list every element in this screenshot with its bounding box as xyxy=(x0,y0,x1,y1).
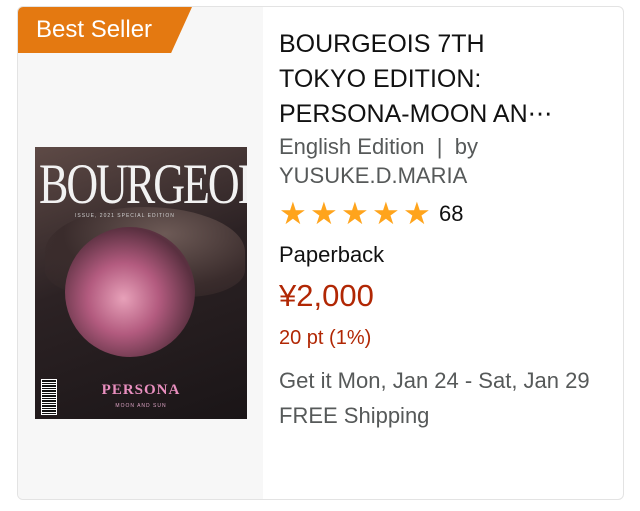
rating-row[interactable]: ★ ★ ★ ★ ★ 68 xyxy=(279,196,609,231)
title-line: TOKYO EDITION: xyxy=(279,65,482,93)
star-icon: ★ xyxy=(341,196,369,231)
product-info: BOURGEOIS 7TH TOKYO EDITION: PERSONA-MOO… xyxy=(279,27,609,429)
rating-count[interactable]: 68 xyxy=(439,201,463,227)
edition-label: English Edition xyxy=(279,134,425,159)
star-icon: ★ xyxy=(310,196,338,231)
product-image-panel[interactable]: Best Seller BOURGEOIS ISSUE, 2021 SPECIA… xyxy=(18,7,263,499)
best-seller-badge: Best Seller xyxy=(18,7,192,53)
title-line: BOURGEOIS 7TH xyxy=(279,30,485,58)
cover-face-art xyxy=(65,227,195,357)
cover-subline: ISSUE, 2021 SPECIAL EDITION xyxy=(75,213,175,219)
price: ¥2,000 xyxy=(279,278,374,313)
cover-feature-subtitle: MOON AND SUN xyxy=(115,403,167,409)
title-line: PERSONA-MOON AN⋯ xyxy=(279,100,553,128)
format-label[interactable]: Paperback xyxy=(279,242,609,268)
shipping-label: FREE Shipping xyxy=(279,403,430,428)
byline-separator: | xyxy=(436,134,443,159)
delivery-estimate: Get it Mon, Jan 24 - Sat, Jan 29 xyxy=(279,368,590,393)
product-cover-image[interactable]: BOURGEOIS ISSUE, 2021 SPECIAL EDITION PE… xyxy=(35,147,247,419)
author-link[interactable]: YUSUKE.D.MARIA xyxy=(279,161,609,190)
star-icon: ★ xyxy=(279,196,307,231)
best-seller-label: Best Seller xyxy=(36,16,153,43)
product-card[interactable]: Best Seller BOURGEOIS ISSUE, 2021 SPECIA… xyxy=(17,6,624,500)
star-rating: ★ ★ ★ ★ ★ xyxy=(279,196,434,231)
edition-byline: English Edition | by xyxy=(279,132,609,161)
product-title[interactable]: BOURGEOIS 7TH TOKYO EDITION: PERSONA-MOO… xyxy=(279,27,609,132)
cover-masthead: BOURGEOIS xyxy=(39,152,247,216)
points: 20 pt (1%) xyxy=(279,327,372,349)
star-icon: ★ xyxy=(372,196,400,231)
star-icon: ★ xyxy=(403,196,431,231)
by-label: by xyxy=(454,134,478,159)
cover-feature-title: PERSONA xyxy=(101,382,181,398)
